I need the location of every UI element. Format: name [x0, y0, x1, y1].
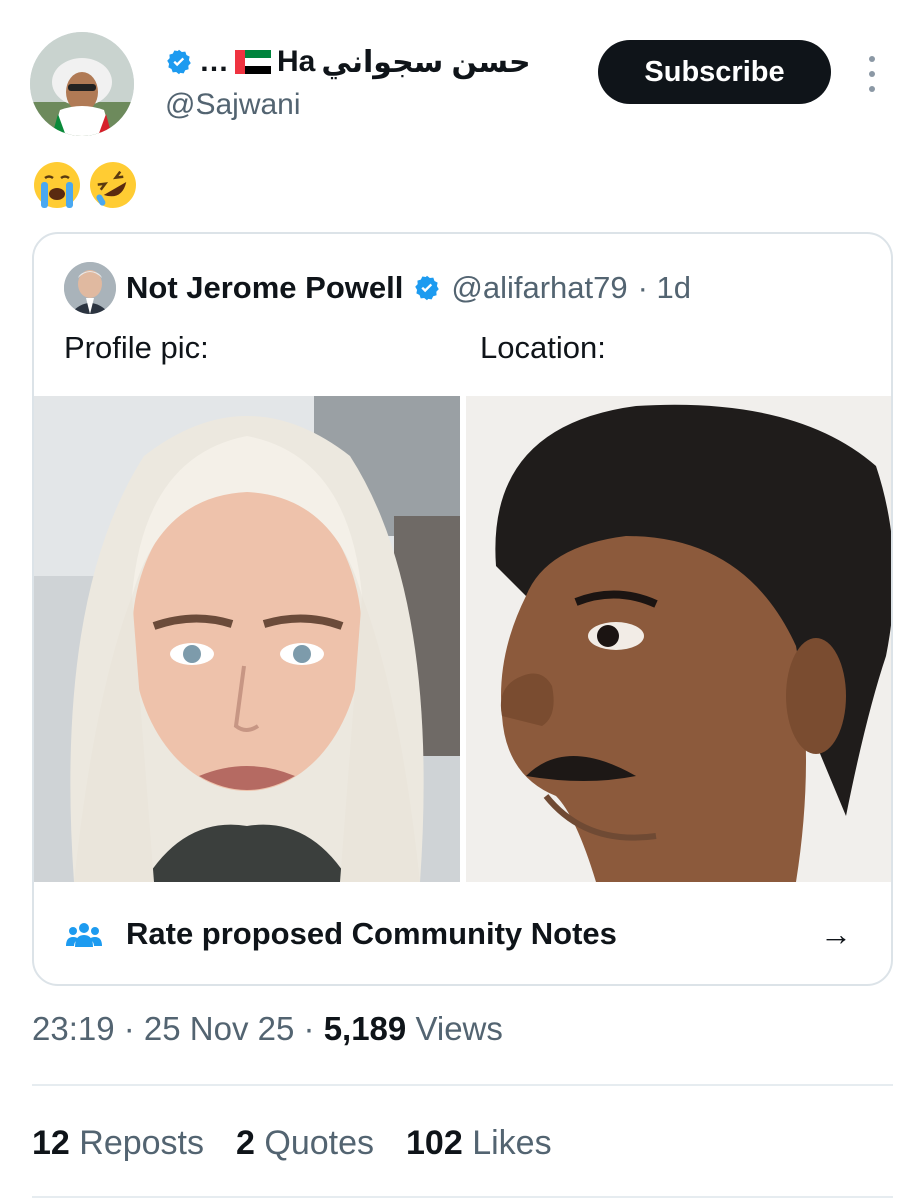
- rolling-laughing-emoji: [90, 162, 136, 208]
- author-name-latin: Ha: [277, 45, 316, 78]
- post-text: [32, 160, 138, 210]
- quoted-caption-left: Profile pic:: [64, 330, 209, 365]
- quoted-verified-badge-icon: [415, 275, 440, 301]
- quoted-avatar-photo-icon: [64, 262, 116, 314]
- engagement-stats: 12 Reposts 2 Quotes 102 Likes: [32, 1124, 552, 1163]
- divider: [32, 1196, 893, 1198]
- subscribe-button[interactable]: Subscribe: [598, 40, 831, 104]
- more-options-icon[interactable]: [862, 56, 882, 92]
- author-avatar[interactable]: [30, 32, 134, 136]
- quotes-label: Quotes: [254, 1124, 375, 1162]
- post-meta: 23:19 · 25 Nov 25 · 5,189 Views: [32, 1010, 503, 1048]
- quoted-image-right[interactable]: [466, 396, 891, 882]
- arrow-right-icon: →: [820, 916, 852, 952]
- views-count: 5,189: [323, 1010, 407, 1047]
- quoted-caption-right: Location:: [480, 330, 606, 365]
- author-name-ellipsis: …: [199, 45, 229, 78]
- author-name-arabic: حسن سجواني: [321, 45, 531, 79]
- community-notes-bar[interactable]: Rate proposed Community Notes →: [34, 882, 891, 984]
- divider: [32, 1084, 893, 1086]
- avatar-photo-icon: [30, 32, 134, 136]
- community-notes-label: Rate proposed Community Notes: [126, 916, 617, 951]
- reposts-stat[interactable]: 12 Reposts: [32, 1124, 204, 1163]
- post-time[interactable]: 23:19: [32, 1010, 115, 1047]
- meta-separator: ·: [114, 1010, 144, 1047]
- quotes-stat[interactable]: 2 Quotes: [236, 1124, 374, 1163]
- reposts-label: Reposts: [69, 1124, 205, 1162]
- quotes-count: 2: [236, 1124, 255, 1162]
- meta-separator: ·: [294, 1010, 324, 1047]
- likes-count: 102: [406, 1124, 463, 1162]
- likes-stat[interactable]: 102 Likes: [406, 1124, 552, 1163]
- reposts-count: 12: [32, 1124, 70, 1162]
- quoted-post-header: Not Jerome Powell @alifarhat79 · 1d: [64, 262, 691, 314]
- verified-badge-icon: [167, 49, 191, 75]
- quoted-post-card[interactable]: Not Jerome Powell @alifarhat79 · 1d Prof…: [32, 232, 893, 986]
- crying-face-emoji: [34, 162, 80, 208]
- likes-label: Likes: [462, 1124, 552, 1162]
- quoted-author-handle: @alifarhat79: [451, 270, 628, 305]
- woman-portrait-image: [34, 396, 460, 882]
- author-handle[interactable]: @Sajwani: [165, 88, 301, 122]
- people-icon: [66, 923, 102, 947]
- post-date[interactable]: 25 Nov 25: [144, 1010, 294, 1047]
- uae-flag-icon: [235, 50, 271, 74]
- author-name-row[interactable]: … Ha حسن سجواني: [165, 42, 531, 82]
- views-label: Views: [406, 1010, 503, 1047]
- quoted-image-left[interactable]: [34, 396, 460, 882]
- man-profile-image: [466, 396, 891, 882]
- quoted-author-avatar[interactable]: [64, 262, 116, 314]
- quoted-post-time: · 1d: [637, 270, 692, 305]
- quoted-author-name[interactable]: Not Jerome Powell: [126, 270, 403, 306]
